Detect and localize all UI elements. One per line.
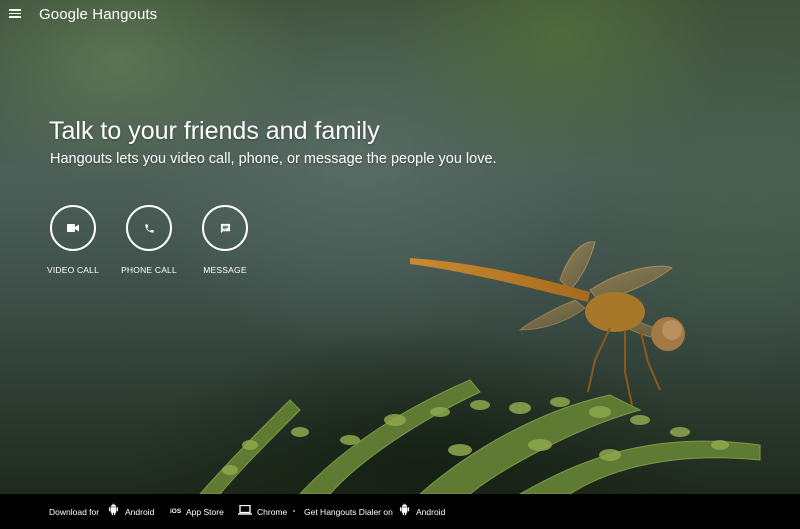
video-call-label: VIDEO CALL xyxy=(46,265,100,275)
app-store-link[interactable]: App Store xyxy=(186,507,224,517)
laptop-icon xyxy=(238,505,252,515)
video-call-circle[interactable] xyxy=(50,205,96,251)
chrome-link[interactable]: Chrome xyxy=(257,507,287,517)
hero-subtitle: Hangouts lets you video call, phone, or … xyxy=(50,151,497,167)
message-icon xyxy=(220,223,230,233)
hamburger-menu-icon[interactable] xyxy=(9,9,21,18)
dialer-text: Get Hangouts Dialer on xyxy=(304,507,393,517)
phone-call-label: PHONE CALL xyxy=(121,265,177,275)
android-icon xyxy=(108,503,119,516)
google-hangouts-logo[interactable]: Google Hangouts xyxy=(39,6,157,23)
footer-separator xyxy=(293,510,295,512)
ios-icon: iOS xyxy=(170,508,182,515)
phone-icon xyxy=(144,223,154,233)
dialer-android-link[interactable]: Android xyxy=(416,507,445,517)
download-for-label: Download for xyxy=(49,507,100,517)
top-bar: Google Hangouts xyxy=(0,0,800,28)
message-label: MESSAGE xyxy=(203,265,247,275)
hero-title: Talk to your friends and family xyxy=(49,117,380,145)
phone-call-button[interactable]: PHONE CALL xyxy=(114,205,184,275)
logo-google-text: Google xyxy=(39,6,88,23)
android-icon xyxy=(399,503,410,516)
footer-bar: Download for Android iOS App Store Chrom… xyxy=(0,494,800,529)
message-button[interactable]: MESSAGE xyxy=(190,205,260,275)
video-call-button[interactable]: VIDEO CALL xyxy=(38,205,108,275)
message-circle[interactable] xyxy=(202,205,248,251)
logo-product-text: Hangouts xyxy=(92,6,158,23)
android-download-link[interactable]: Android xyxy=(125,507,154,517)
phone-call-circle[interactable] xyxy=(126,205,172,251)
videocam-icon xyxy=(67,224,79,232)
